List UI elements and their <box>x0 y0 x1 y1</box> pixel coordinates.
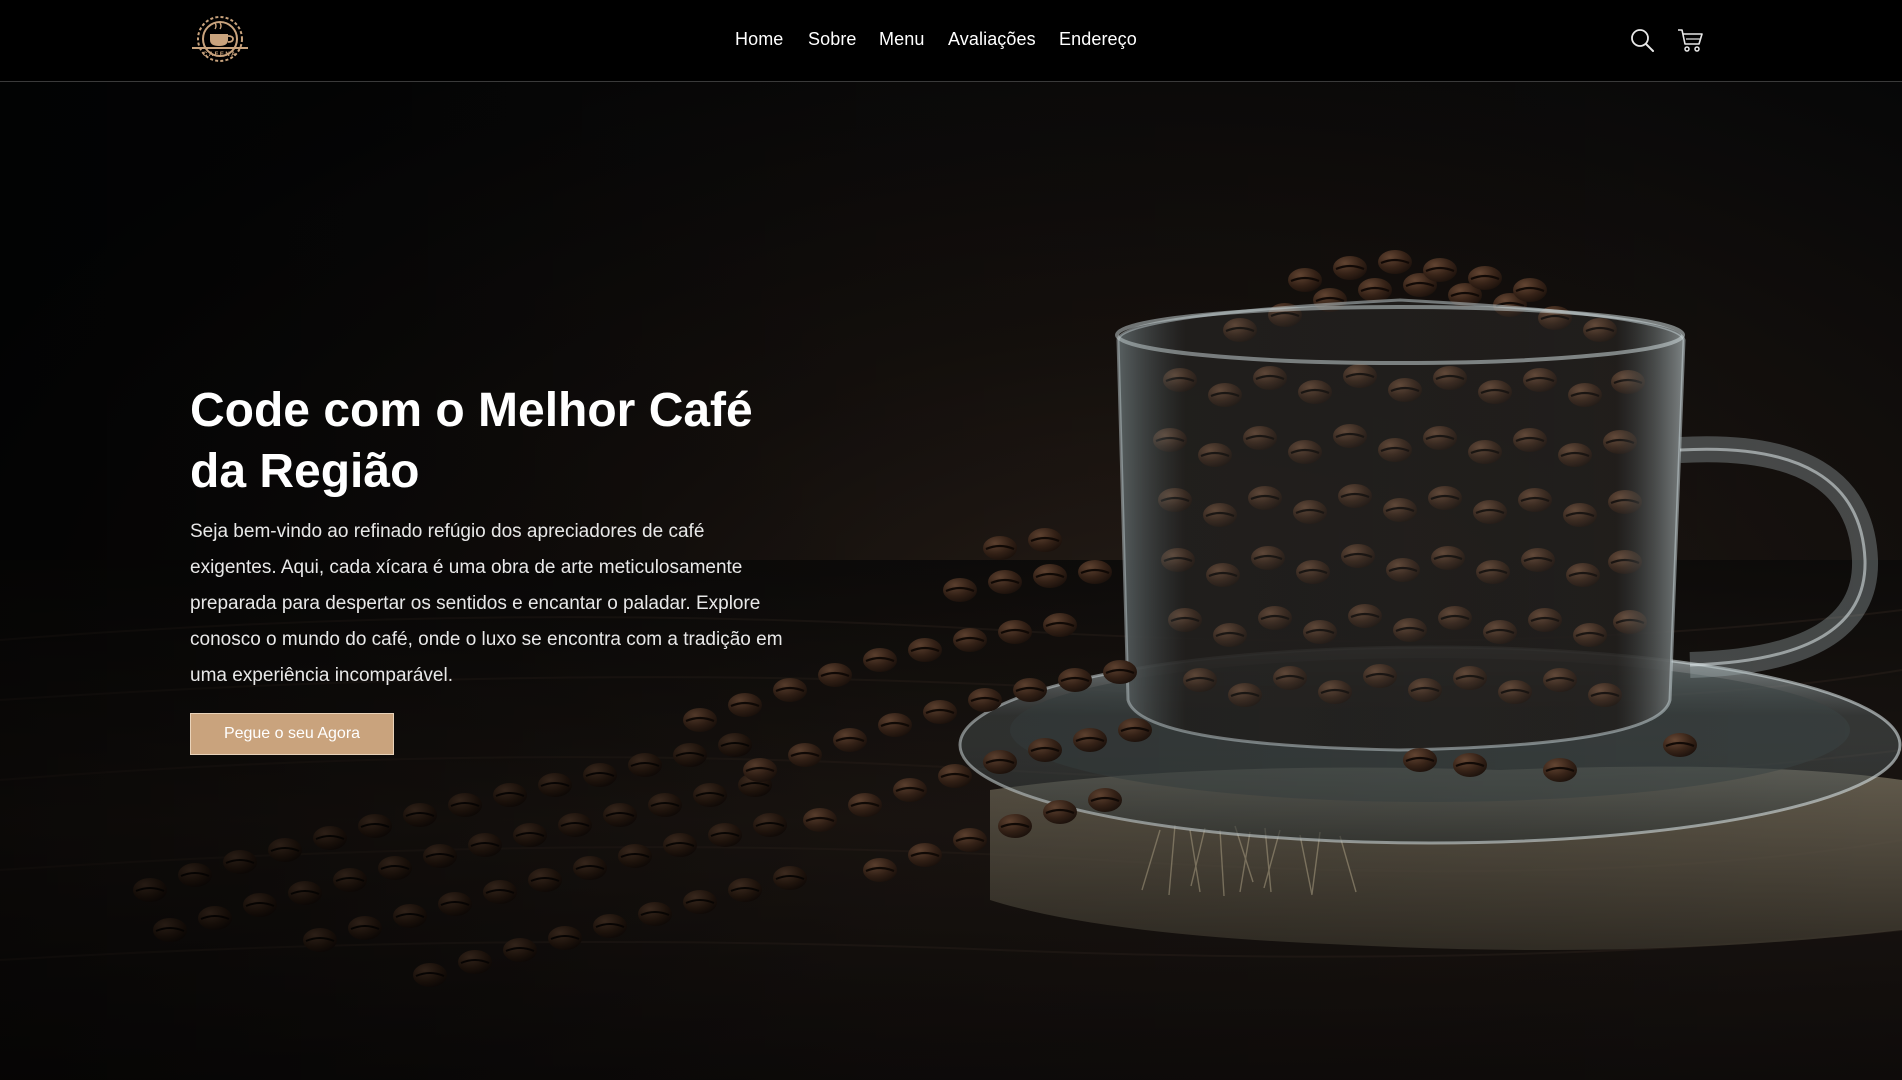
nav-endereco[interactable]: Endereço <box>1059 29 1137 50</box>
cart-button[interactable] <box>1676 26 1704 54</box>
site-header: CAFENA Home Sobre Menu Avaliações Endere… <box>0 0 1902 82</box>
brand-logo[interactable]: CAFENA <box>188 12 252 66</box>
nav-sobre[interactable]: Sobre <box>808 29 857 50</box>
svg-text:CAFENA: CAFENA <box>203 52 237 58</box>
nav-avaliacoes[interactable]: Avaliações <box>948 29 1036 50</box>
order-now-button[interactable]: Pegue o seu Agora <box>190 713 394 755</box>
hero-title: Code com o Melhor Café da Região <box>190 380 790 502</box>
hero-section: Code com o Melhor Café da Região Seja be… <box>190 380 790 755</box>
hero-title-line-2: da Região <box>190 445 420 498</box>
hero-title-line-1: Code com o Melhor Café <box>190 384 753 437</box>
nav-home[interactable]: Home <box>735 29 783 50</box>
landing-page: CAFENA Home Sobre Menu Avaliações Endere… <box>0 0 1902 1080</box>
hero-description: Seja bem-vindo ao refinado refúgio dos a… <box>190 521 783 686</box>
coffee-cup-logo-icon: CAFENA <box>192 16 248 62</box>
cart-icon <box>1678 29 1703 52</box>
search-icon <box>1631 29 1654 52</box>
search-button[interactable] <box>1628 26 1656 54</box>
nav-menu[interactable]: Menu <box>879 29 924 50</box>
